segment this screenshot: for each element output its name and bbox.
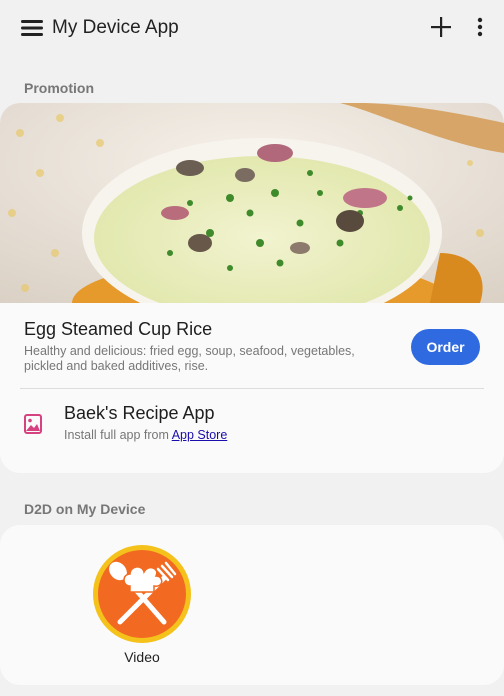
- d2d-card: Video: [0, 525, 504, 685]
- video-label: Video: [124, 649, 160, 665]
- recipe-app-title: Baek's Recipe App: [64, 403, 215, 423]
- app-store-link[interactable]: App Store: [172, 428, 228, 442]
- order-button[interactable]: Order: [411, 329, 480, 365]
- plus-icon[interactable]: [428, 14, 454, 40]
- divider: [20, 388, 484, 389]
- chef-hat-utensils-icon[interactable]: [92, 544, 192, 644]
- hamburger-menu-icon[interactable]: [20, 16, 44, 40]
- promotion-section-label: Promotion: [24, 80, 94, 96]
- promotion-description: Healthy and delicious: fried egg, soup, …: [24, 344, 355, 373]
- promotion-title: Egg Steamed Cup Rice: [24, 319, 213, 339]
- promotion-card: Egg Steamed Cup Rice Healthy and delicio…: [0, 103, 504, 473]
- more-vertical-icon[interactable]: [468, 14, 492, 40]
- d2d-section-label: D2D on My Device: [24, 501, 146, 517]
- app-title: My Device App: [52, 17, 179, 38]
- egg-steamed-rice-photo: [0, 103, 504, 348]
- image-icon: [24, 414, 42, 434]
- install-prefix: Install full app from: [64, 428, 172, 442]
- app-bar: My Device App: [0, 0, 504, 56]
- install-text: Install full app from App Store: [64, 428, 227, 442]
